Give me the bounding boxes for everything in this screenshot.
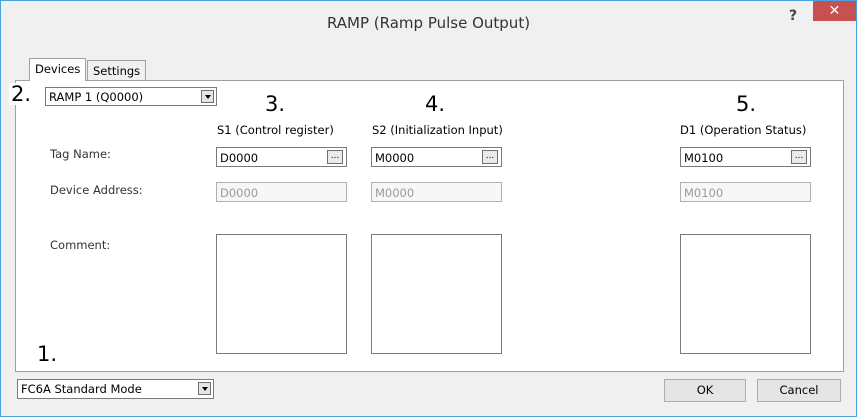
callout-2: 2. [9, 82, 34, 106]
column-header-s1: S1 (Control register) [217, 123, 334, 137]
d1-tag-name-input[interactable]: M0100 ... [680, 147, 811, 167]
column-header-s2: S2 (Initialization Input) [372, 123, 503, 137]
cancel-button[interactable]: Cancel [757, 379, 841, 402]
mode-select-value: FC6A Standard Mode [21, 382, 142, 396]
comment-label: Comment: [50, 238, 111, 252]
callout-3: 3. [263, 92, 288, 116]
title-bar: RAMP (Ramp Pulse Output) ? ✕ [1, 1, 856, 45]
s1-tag-value: D0000 [220, 151, 259, 165]
s1-comment-box[interactable] [216, 234, 347, 354]
d1-browse-button[interactable]: ... [791, 150, 807, 164]
s1-browse-button[interactable]: ... [327, 150, 343, 164]
mode-select[interactable]: FC6A Standard Mode [17, 379, 214, 399]
ok-button[interactable]: OK [664, 379, 746, 402]
s2-comment-box[interactable] [371, 234, 502, 354]
s1-tag-name-input[interactable]: D0000 ... [216, 147, 347, 167]
tab-settings[interactable]: Settings [87, 60, 147, 81]
close-button[interactable]: ✕ [813, 1, 856, 21]
device-address-label: Device Address: [50, 183, 143, 197]
chevron-down-icon[interactable] [198, 382, 211, 395]
ramp-dialog: RAMP (Ramp Pulse Output) ? ✕ Devices Set… [0, 0, 857, 417]
callout-4: 4. [423, 92, 448, 116]
s2-tag-value: M0000 [375, 151, 415, 165]
s2-tag-name-input[interactable]: M0000 ... [371, 147, 502, 167]
tag-name-label: Tag Name: [50, 147, 111, 161]
dialog-title: RAMP (Ramp Pulse Output) [326, 14, 531, 32]
s2-device-address: M0000 [371, 182, 502, 202]
d1-device-address: M0100 [680, 182, 811, 202]
tab-devices[interactable]: Devices [29, 58, 87, 81]
s2-browse-button[interactable]: ... [482, 150, 498, 164]
help-button[interactable]: ? [782, 7, 804, 25]
d1-tag-value: M0100 [684, 151, 724, 165]
column-header-d1: D1 (Operation Status) [680, 123, 807, 137]
callout-1: 1. [35, 342, 60, 366]
callout-5: 5. [734, 92, 759, 116]
instance-select[interactable]: RAMP 1 (Q0000) [45, 87, 217, 106]
chevron-down-icon[interactable] [201, 90, 214, 103]
d1-comment-box[interactable] [680, 234, 811, 354]
instance-select-value: RAMP 1 (Q0000) [49, 90, 144, 104]
s1-device-address: D0000 [216, 182, 347, 202]
